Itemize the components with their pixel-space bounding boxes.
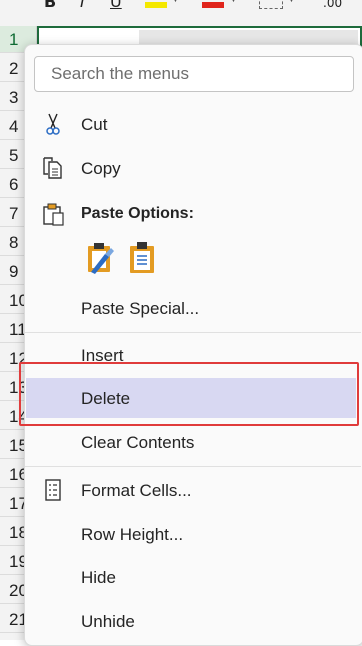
- bold-button[interactable]: B: [44, 0, 56, 11]
- menu-item-delete[interactable]: Delete: [26, 378, 356, 418]
- format-cells-label: Format Cells...: [81, 481, 192, 500]
- hide-label: Hide: [81, 568, 116, 587]
- fill-color-icon[interactable]: [145, 2, 167, 8]
- menu-item-hide[interactable]: Hide: [26, 557, 356, 597]
- scissors-icon: [46, 113, 60, 135]
- menu-item-paste-special[interactable]: Paste Special...: [26, 288, 356, 328]
- format-cells-icon: [45, 479, 61, 501]
- ribbon-toolbar: B I U ▼ ▼ ▼ .00: [0, 0, 362, 27]
- search-menus-input[interactable]: [34, 56, 354, 92]
- italic-button[interactable]: I: [80, 0, 85, 11]
- paste-options-header: Paste Options:: [26, 194, 356, 234]
- menu-separator: [25, 466, 361, 467]
- menu-item-cut[interactable]: Cut: [26, 104, 356, 144]
- chevron-down-icon[interactable]: ▼: [230, 0, 237, 4]
- menu-item-unhide[interactable]: Unhide: [26, 601, 356, 641]
- paste-formatting-icon[interactable]: [85, 240, 117, 274]
- copy-label: Copy: [81, 159, 121, 178]
- clear-contents-label: Clear Contents: [81, 433, 195, 452]
- menu-item-format-cells[interactable]: Format Cells...: [26, 470, 356, 510]
- insert-label: Insert: [81, 346, 124, 365]
- chevron-down-icon[interactable]: ▼: [172, 0, 179, 4]
- menu-item-row-height[interactable]: Row Height...: [26, 514, 356, 554]
- decimal-button[interactable]: .00: [323, 0, 342, 10]
- borders-icon[interactable]: [259, 0, 283, 9]
- delete-label: Delete: [81, 389, 131, 408]
- underline-button[interactable]: U: [110, 0, 122, 11]
- context-menu: Cut Copy Paste Options:: [24, 44, 362, 646]
- row-height-label: Row Height...: [81, 525, 184, 544]
- menu-item-insert[interactable]: Insert: [26, 335, 356, 375]
- unhide-label: Unhide: [81, 612, 135, 631]
- chevron-down-icon[interactable]: ▼: [288, 0, 295, 4]
- menu-item-clear-contents[interactable]: Clear Contents: [26, 422, 356, 462]
- paste-options-group: [85, 240, 165, 278]
- cut-label: Cut: [81, 115, 108, 134]
- menu-item-copy[interactable]: Copy: [26, 148, 356, 188]
- font-color-icon[interactable]: [202, 2, 224, 8]
- paste-icon[interactable]: [127, 240, 159, 274]
- copy-icon: [43, 157, 62, 179]
- paste-options-label: Paste Options:: [81, 205, 194, 222]
- menu-separator: [25, 332, 361, 333]
- clipboard-icon: [43, 203, 64, 226]
- paste-special-label: Paste Special...: [81, 299, 200, 318]
